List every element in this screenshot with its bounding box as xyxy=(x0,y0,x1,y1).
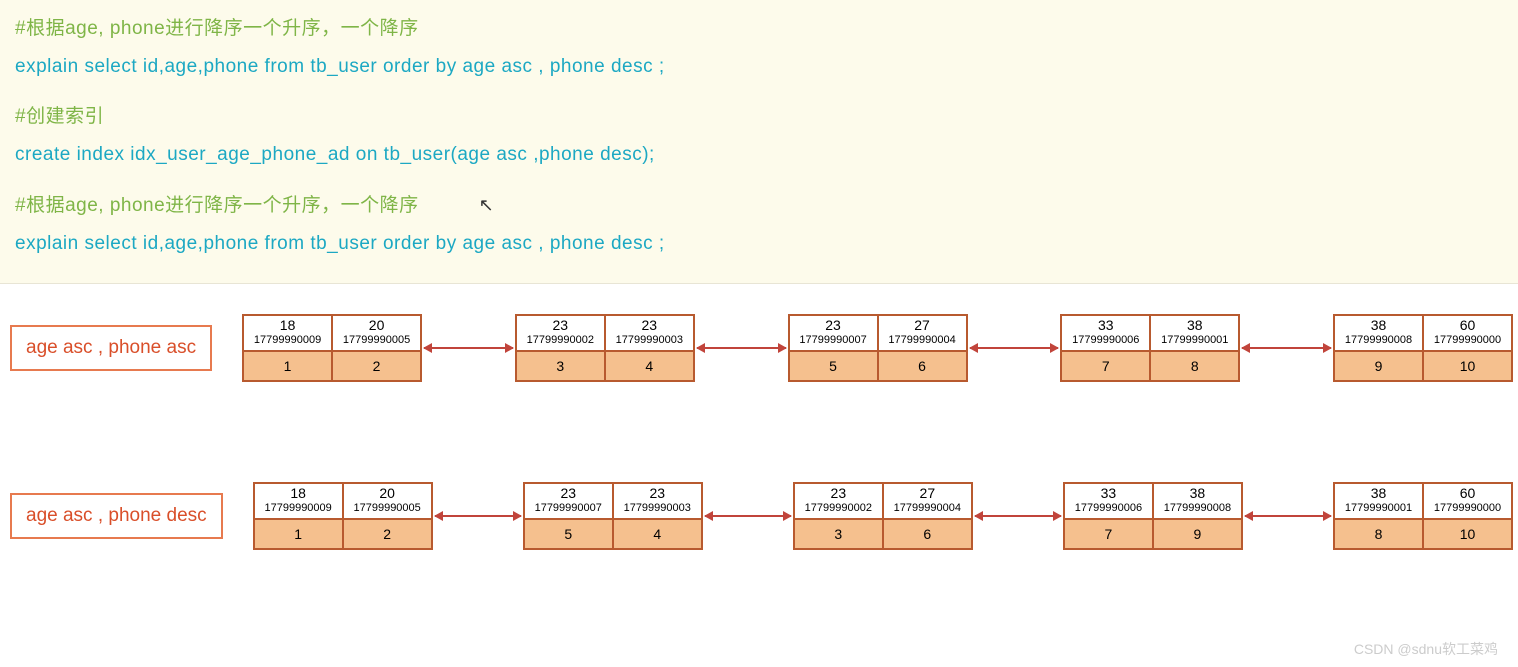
cell-id: 9 xyxy=(1333,351,1423,382)
cell-id: 3 xyxy=(793,519,883,550)
cell-id: 3 xyxy=(515,351,605,382)
index-cell: 23177999900034 xyxy=(605,314,695,382)
cell-id: 5 xyxy=(523,519,613,550)
cell-key: 6017799990000 xyxy=(1423,482,1513,519)
cell-id: 1 xyxy=(253,519,343,550)
cell-key: 3817799990001 xyxy=(1150,314,1240,351)
index-cell: 23177999900075 xyxy=(788,314,878,382)
index-cell: 23177999900023 xyxy=(515,314,605,382)
watermark: CSDN @sdnu软工菜鸡 xyxy=(1354,639,1498,659)
sql-line-3: explain select id,age,phone from tb_user… xyxy=(15,225,1503,263)
nodes-container: 1817799990009120177999900052 231779999000… xyxy=(242,314,1513,382)
index-cell: 601779999000010 xyxy=(1423,314,1513,382)
index-cell: 601779999000010 xyxy=(1423,482,1513,550)
leaf-node: 2317799990002327177999900046 xyxy=(793,482,973,550)
link-arrow xyxy=(970,347,1059,349)
cell-id: 7 xyxy=(1060,351,1150,382)
index-row-asc: age asc , phone asc 18177999900091201779… xyxy=(5,314,1513,382)
link-arrow xyxy=(705,515,791,517)
cursor-icon: ↖ xyxy=(479,186,495,224)
leaf-node: 3317799990006738177999900089 xyxy=(1063,482,1243,550)
cell-key: 2317799990002 xyxy=(515,314,605,351)
leaf-node: 38177999900018601779999000010 xyxy=(1333,482,1513,550)
link-arrow xyxy=(1245,515,1331,517)
cell-id: 8 xyxy=(1150,351,1240,382)
nodes-container: 1817799990009120177999900052 231779999000… xyxy=(253,482,1513,550)
cell-key: 2317799990003 xyxy=(605,314,695,351)
cell-key: 6017799990000 xyxy=(1423,314,1513,351)
sql-line-1: explain select id,age,phone from tb_user… xyxy=(15,48,1503,86)
leaf-node: 3317799990006738177999900018 xyxy=(1060,314,1240,382)
link-arrow xyxy=(697,347,786,349)
leaf-node: 38177999900089601779999000010 xyxy=(1333,314,1513,382)
cell-key: 2717799990004 xyxy=(883,482,973,519)
leaf-node: 2317799990002323177999900034 xyxy=(515,314,695,382)
cell-key: 3317799990006 xyxy=(1063,482,1153,519)
cell-key: 3817799990008 xyxy=(1333,314,1423,351)
index-cell: 23177999900034 xyxy=(613,482,703,550)
cell-key: 2317799990002 xyxy=(793,482,883,519)
cell-id: 9 xyxy=(1153,519,1243,550)
cell-key: 2017799990005 xyxy=(343,482,433,519)
cell-key: 2317799990007 xyxy=(788,314,878,351)
comment-line-1: #根据age, phone进行降序一个升序，一个降序 xyxy=(15,10,1503,48)
cell-key: 2017799990005 xyxy=(332,314,422,351)
index-cell: 33177999900067 xyxy=(1060,314,1150,382)
leaf-node: 2317799990007523177999900034 xyxy=(523,482,703,550)
index-cell: 33177999900067 xyxy=(1063,482,1153,550)
cell-key: 3817799990001 xyxy=(1333,482,1423,519)
index-cell: 23177999900075 xyxy=(523,482,613,550)
diagram-area: age asc , phone asc 18177999900091201779… xyxy=(0,284,1518,550)
index-cell: 27177999900046 xyxy=(883,482,973,550)
sql-line-2: create index idx_user_age_phone_ad on tb… xyxy=(15,136,1503,174)
leaf-node: 2317799990007527177999900046 xyxy=(788,314,968,382)
index-cell: 20177999900052 xyxy=(332,314,422,382)
cell-id: 10 xyxy=(1423,351,1513,382)
code-block: #根据age, phone进行降序一个升序，一个降序 explain selec… xyxy=(0,0,1518,284)
index-cell: 38177999900089 xyxy=(1153,482,1243,550)
index-cell: 38177999900089 xyxy=(1333,314,1423,382)
link-arrow xyxy=(435,515,521,517)
cell-id: 7 xyxy=(1063,519,1153,550)
cell-id: 4 xyxy=(613,519,703,550)
cell-key: 3317799990006 xyxy=(1060,314,1150,351)
cell-id: 6 xyxy=(878,351,968,382)
cell-id: 1 xyxy=(242,351,332,382)
leaf-node: 1817799990009120177999900052 xyxy=(253,482,433,550)
cell-key: 1817799990009 xyxy=(253,482,343,519)
row-label-asc: age asc , phone asc xyxy=(10,325,212,371)
cell-id: 10 xyxy=(1423,519,1513,550)
cell-key: 2717799990004 xyxy=(878,314,968,351)
index-cell: 27177999900046 xyxy=(878,314,968,382)
link-arrow xyxy=(975,515,1061,517)
index-cell: 23177999900023 xyxy=(793,482,883,550)
cell-id: 4 xyxy=(605,351,695,382)
cell-id: 5 xyxy=(788,351,878,382)
cell-key: 2317799990007 xyxy=(523,482,613,519)
cell-id: 6 xyxy=(883,519,973,550)
cell-key: 2317799990003 xyxy=(613,482,703,519)
cell-id: 8 xyxy=(1333,519,1423,550)
cell-key: 3817799990008 xyxy=(1153,482,1243,519)
row-label-desc: age asc , phone desc xyxy=(10,493,223,539)
index-cell: 38177999900018 xyxy=(1333,482,1423,550)
cell-key: 1817799990009 xyxy=(242,314,332,351)
cell-id: 2 xyxy=(343,519,433,550)
index-cell: 20177999900052 xyxy=(343,482,433,550)
comment-line-3: #根据age, phone进行降序一个升序，一个降序↖ xyxy=(15,186,1503,225)
link-arrow xyxy=(1242,347,1331,349)
index-cell: 18177999900091 xyxy=(242,314,332,382)
index-row-desc: age asc , phone desc 1817799990009120177… xyxy=(5,482,1513,550)
leaf-node: 1817799990009120177999900052 xyxy=(242,314,422,382)
index-cell: 38177999900018 xyxy=(1150,314,1240,382)
link-arrow xyxy=(424,347,513,349)
comment-line-2: #创建索引 xyxy=(15,98,1503,136)
index-cell: 18177999900091 xyxy=(253,482,343,550)
cell-id: 2 xyxy=(332,351,422,382)
